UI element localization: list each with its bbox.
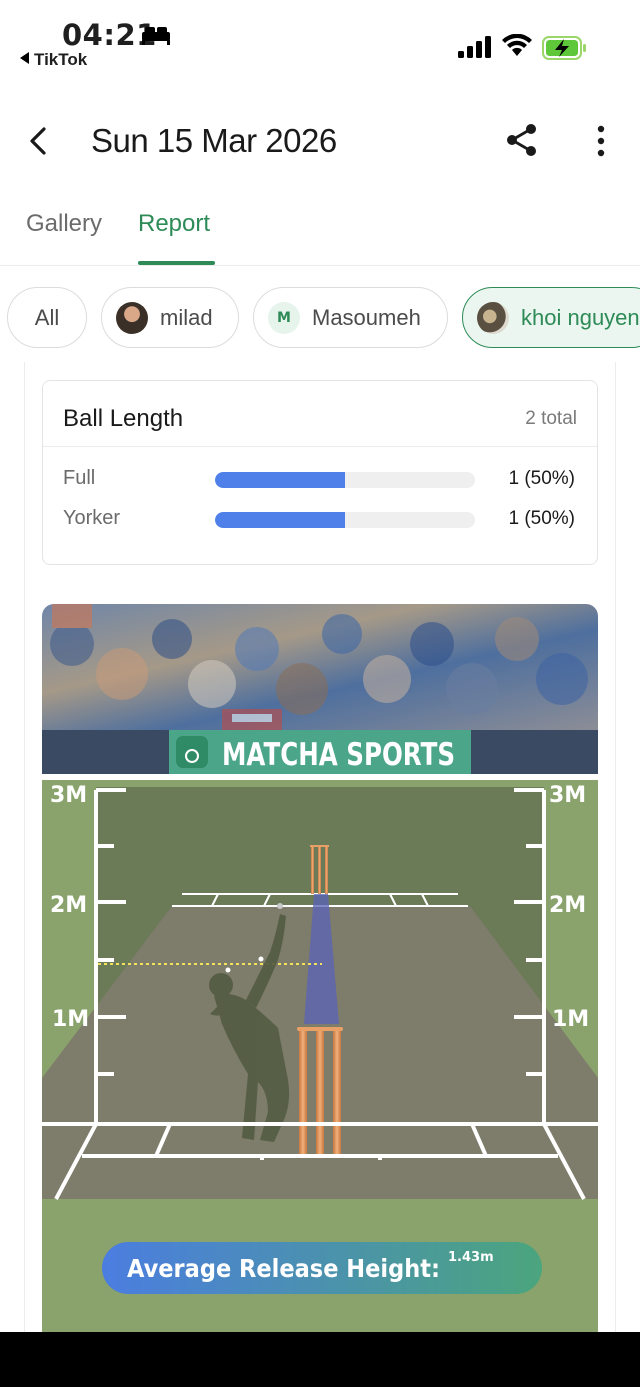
row-value: 1 (50%)	[508, 468, 575, 489]
player-filter-chips: All milad M Masoumeh khoi nguyen	[0, 287, 640, 349]
avatar	[116, 301, 148, 334]
right-scale-label-2m: 2M	[549, 893, 586, 918]
ball-marker	[277, 903, 283, 909]
right-scale-label-1m: 1M	[552, 1007, 589, 1032]
avatar-initial: M	[268, 301, 300, 334]
tab-report[interactable]: Report	[138, 210, 210, 238]
average-release-height-label: Average Release Height:	[127, 1254, 440, 1283]
ball-length-row-yorker: Yorker 1 (50%)	[43, 504, 597, 534]
tab-bar: Gallery Report	[0, 200, 640, 266]
status-bar: 04:21 TikTok	[0, 0, 640, 80]
share-icon[interactable]	[504, 122, 540, 158]
band-separator	[42, 774, 598, 780]
sleep-focus-icon	[142, 27, 170, 45]
avatar	[477, 301, 509, 334]
battery-charging-icon	[542, 36, 586, 60]
left-scale-label-1m: 1M	[52, 1007, 89, 1032]
back-to-app-link[interactable]: TikTok	[20, 50, 87, 70]
chip-masoumeh-label: Masoumeh	[312, 304, 421, 330]
more-options-icon[interactable]	[590, 125, 612, 157]
right-scale-label-3m: 3M	[549, 783, 586, 808]
cellular-signal-icon	[458, 36, 491, 58]
chip-milad-label: milad	[160, 304, 213, 330]
left-scale-label-2m: 2M	[50, 893, 87, 918]
ball-length-row-full: Full 1 (50%)	[43, 464, 597, 494]
row-value: 1 (50%)	[508, 508, 575, 529]
left-scale-label-3m: 3M	[50, 783, 87, 808]
chip-khoi-label: khoi nguyen	[521, 304, 640, 330]
release-point	[225, 967, 231, 973]
release-height-graphic: MATCHA SPORTS 3M 2M 1M 3M 2M 1M Average …	[42, 604, 598, 1332]
average-release-height-value: 1.43m	[448, 1250, 494, 1265]
progress-track	[215, 472, 475, 488]
row-label: Full	[63, 467, 96, 489]
chip-milad[interactable]: milad	[101, 287, 239, 348]
far-stumps	[310, 845, 329, 894]
back-arrow-icon[interactable]	[22, 121, 58, 161]
release-height-illustration: MATCHA SPORTS 3M 2M 1M 3M 2M 1M Average …	[42, 604, 598, 1332]
chip-masoumeh[interactable]: M Masoumeh	[253, 287, 448, 348]
ball-length-total: 2 total	[525, 408, 577, 429]
chip-all[interactable]: All	[7, 287, 87, 348]
page-title: Sun 15 Mar 2026	[91, 122, 337, 159]
wifi-icon	[502, 34, 532, 56]
chip-all-label: All	[34, 304, 60, 330]
near-stumps	[297, 1027, 343, 1157]
row-label: Yorker	[63, 507, 121, 529]
active-tab-indicator	[138, 261, 215, 265]
progress-fill	[215, 512, 345, 528]
ball-length-header: Ball Length 2 total	[43, 381, 597, 447]
back-arrow-icon	[20, 52, 29, 64]
release-point	[258, 956, 264, 962]
matcha-logo-icon	[176, 736, 208, 768]
tab-gallery[interactable]: Gallery	[26, 210, 102, 238]
brand-name: MATCHA SPORTS	[222, 737, 455, 773]
ball-length-card: Ball Length 2 total Full 1 (50%) Yorker …	[42, 380, 598, 565]
back-app-label: TikTok	[34, 50, 88, 69]
progress-fill	[215, 472, 345, 488]
top-app-bar: Sun 15 Mar 2026	[0, 105, 640, 175]
bottom-black-bar	[0, 1332, 640, 1387]
chip-khoi-nguyen[interactable]: khoi nguyen	[462, 287, 640, 348]
progress-track	[215, 512, 475, 528]
ball-length-title: Ball Length	[63, 405, 184, 432]
